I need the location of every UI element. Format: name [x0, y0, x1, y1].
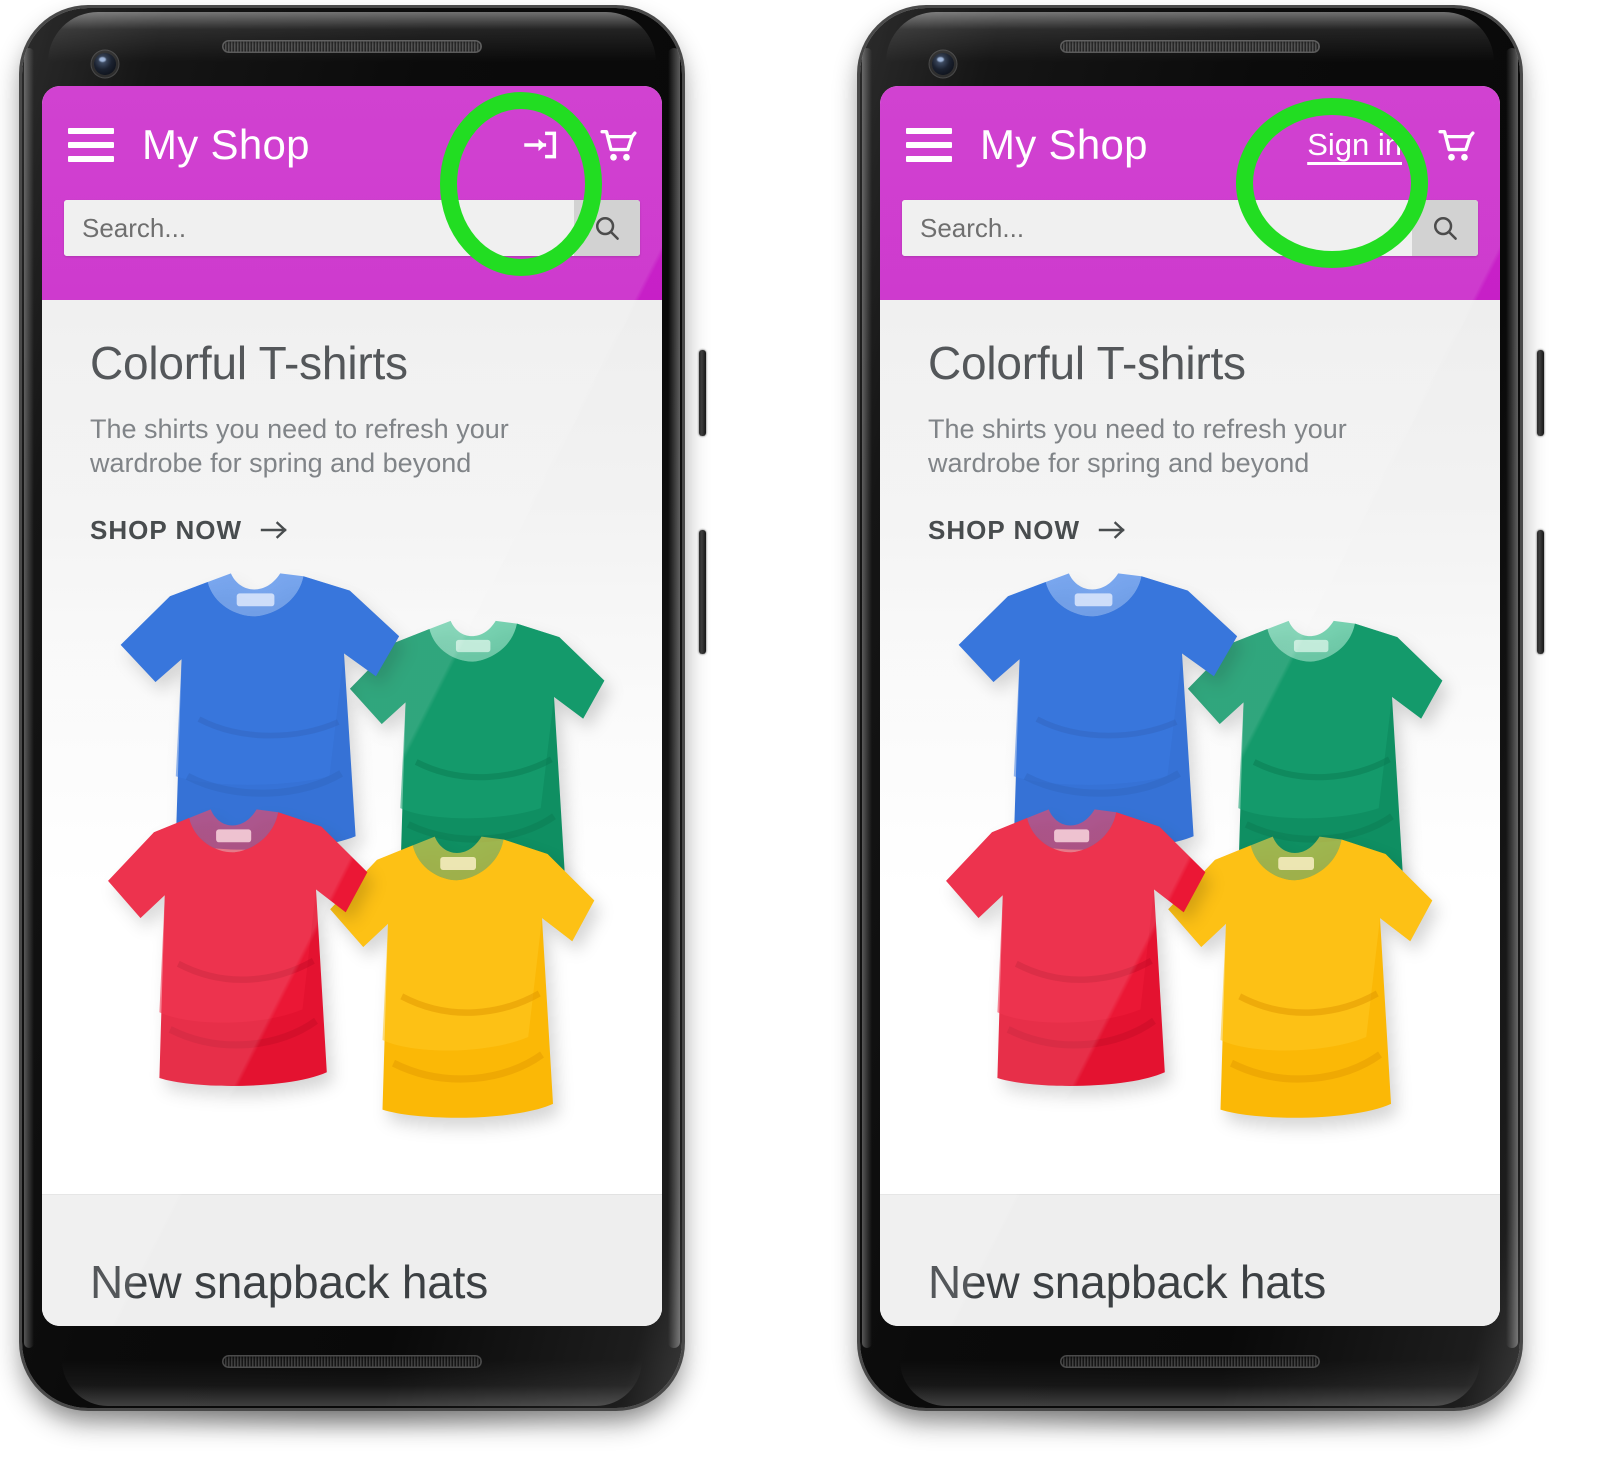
- app-bar-top-row: My Shop Sign in: [880, 86, 1500, 204]
- app-bar-actions: Sign in: [1307, 122, 1478, 168]
- app-bar: My Shop Sign in: [880, 86, 1500, 300]
- bottom-speaker: [1060, 1355, 1320, 1368]
- earpiece-speaker: [222, 40, 482, 53]
- search-box: [64, 200, 640, 256]
- page-title: My Shop: [980, 121, 1148, 168]
- app-bar-actions: [518, 122, 640, 168]
- product-image-tshirts: [42, 560, 662, 1180]
- front-camera: [932, 53, 954, 75]
- card-title: Colorful T-shirts: [90, 337, 408, 389]
- card-title: Colorful T-shirts: [928, 337, 1246, 389]
- card-subtitle: The shirts you need to refresh your ward…: [90, 413, 509, 479]
- card-snapback-hats[interactable]: New snapback hats Dashing, distinctive. …: [42, 1194, 662, 1326]
- signin-icon-button[interactable]: [518, 122, 564, 168]
- body-gloss-left: [24, 48, 34, 1348]
- app-bar-top-row: My Shop: [42, 86, 662, 204]
- phone-left-screen: My Shop Search... Colorful T-shirts The …: [42, 86, 662, 1326]
- shop-now-button[interactable]: SHOP NOW: [90, 515, 290, 546]
- phone-left-body: My Shop Search... Colorful T-shirts The …: [22, 8, 682, 1408]
- body-gloss-top: [886, 12, 1494, 62]
- card-subtitle: The shirts you need to refresh your ward…: [928, 413, 1347, 479]
- phone-right-body: My Shop Sign in Search... Colorful T-shi…: [860, 8, 1520, 1408]
- search-submit-button[interactable]: [574, 200, 640, 256]
- earpiece-speaker: [1060, 40, 1320, 53]
- app-bar: My Shop: [42, 86, 662, 300]
- card-colorful-tshirts[interactable]: Colorful T-shirts The shirts you need to…: [880, 300, 1500, 1194]
- phone-left: My Shop Search... Colorful T-shirts The …: [2, 0, 706, 1443]
- bottom-speaker: [222, 1355, 482, 1368]
- search-icon: [1433, 216, 1457, 240]
- page-content: Colorful T-shirts The shirts you need to…: [880, 300, 1500, 1326]
- search-submit-button[interactable]: [1412, 200, 1478, 256]
- card-colorful-tshirts[interactable]: Colorful T-shirts The shirts you need to…: [42, 300, 662, 1194]
- shop-now-label: SHOP NOW: [90, 514, 242, 545]
- search-input[interactable]: [64, 200, 574, 256]
- tshirt-red: [100, 798, 370, 1098]
- search-row: [880, 200, 1500, 256]
- shopping-cart-icon[interactable]: [1432, 122, 1478, 168]
- power-button[interactable]: [1537, 350, 1544, 436]
- search-input[interactable]: [902, 200, 1412, 256]
- phone-right-screen: My Shop Sign in Search... Colorful T-shi…: [880, 86, 1500, 1326]
- page-content: Colorful T-shirts The shirts you need to…: [42, 300, 662, 1326]
- volume-rocker-button[interactable]: [699, 530, 706, 654]
- product-image-tshirts: [880, 560, 1500, 1180]
- arrow-right-icon: [260, 521, 287, 539]
- arrow-right-icon: [1098, 521, 1125, 539]
- shop-now-button[interactable]: SHOP NOW: [928, 515, 1128, 546]
- body-gloss-right: [668, 48, 680, 1348]
- search-row: [42, 200, 662, 256]
- search-box: [902, 200, 1478, 256]
- search-icon: [595, 216, 619, 240]
- phone-right: My Shop Sign in Search... Colorful T-shi…: [840, 0, 1544, 1443]
- card-title: New snapback hats: [928, 1256, 1327, 1308]
- body-gloss-right: [1506, 48, 1518, 1348]
- hamburger-menu-icon[interactable]: [68, 128, 114, 162]
- tshirt-red: [938, 798, 1208, 1098]
- card-head: Colorful T-shirts The shirts you need to…: [42, 337, 662, 546]
- shop-now-label: SHOP NOW: [928, 514, 1080, 545]
- card-head: Colorful T-shirts The shirts you need to…: [880, 337, 1500, 546]
- body-gloss-left: [862, 48, 872, 1348]
- card-snapback-hats[interactable]: New snapback hats Dashing, distinctive. …: [880, 1194, 1500, 1326]
- front-camera: [94, 53, 116, 75]
- card-title: New snapback hats: [90, 1256, 489, 1308]
- volume-rocker-button[interactable]: [1537, 530, 1544, 654]
- comparison-stage: My Shop Search... Colorful T-shirts The …: [0, 0, 1600, 1473]
- page-title: My Shop: [142, 121, 310, 168]
- hamburger-menu-icon[interactable]: [906, 128, 952, 162]
- power-button[interactable]: [699, 350, 706, 436]
- body-gloss-top: [48, 12, 656, 62]
- signin-text-link[interactable]: Sign in: [1307, 127, 1402, 163]
- shopping-cart-icon[interactable]: [594, 122, 640, 168]
